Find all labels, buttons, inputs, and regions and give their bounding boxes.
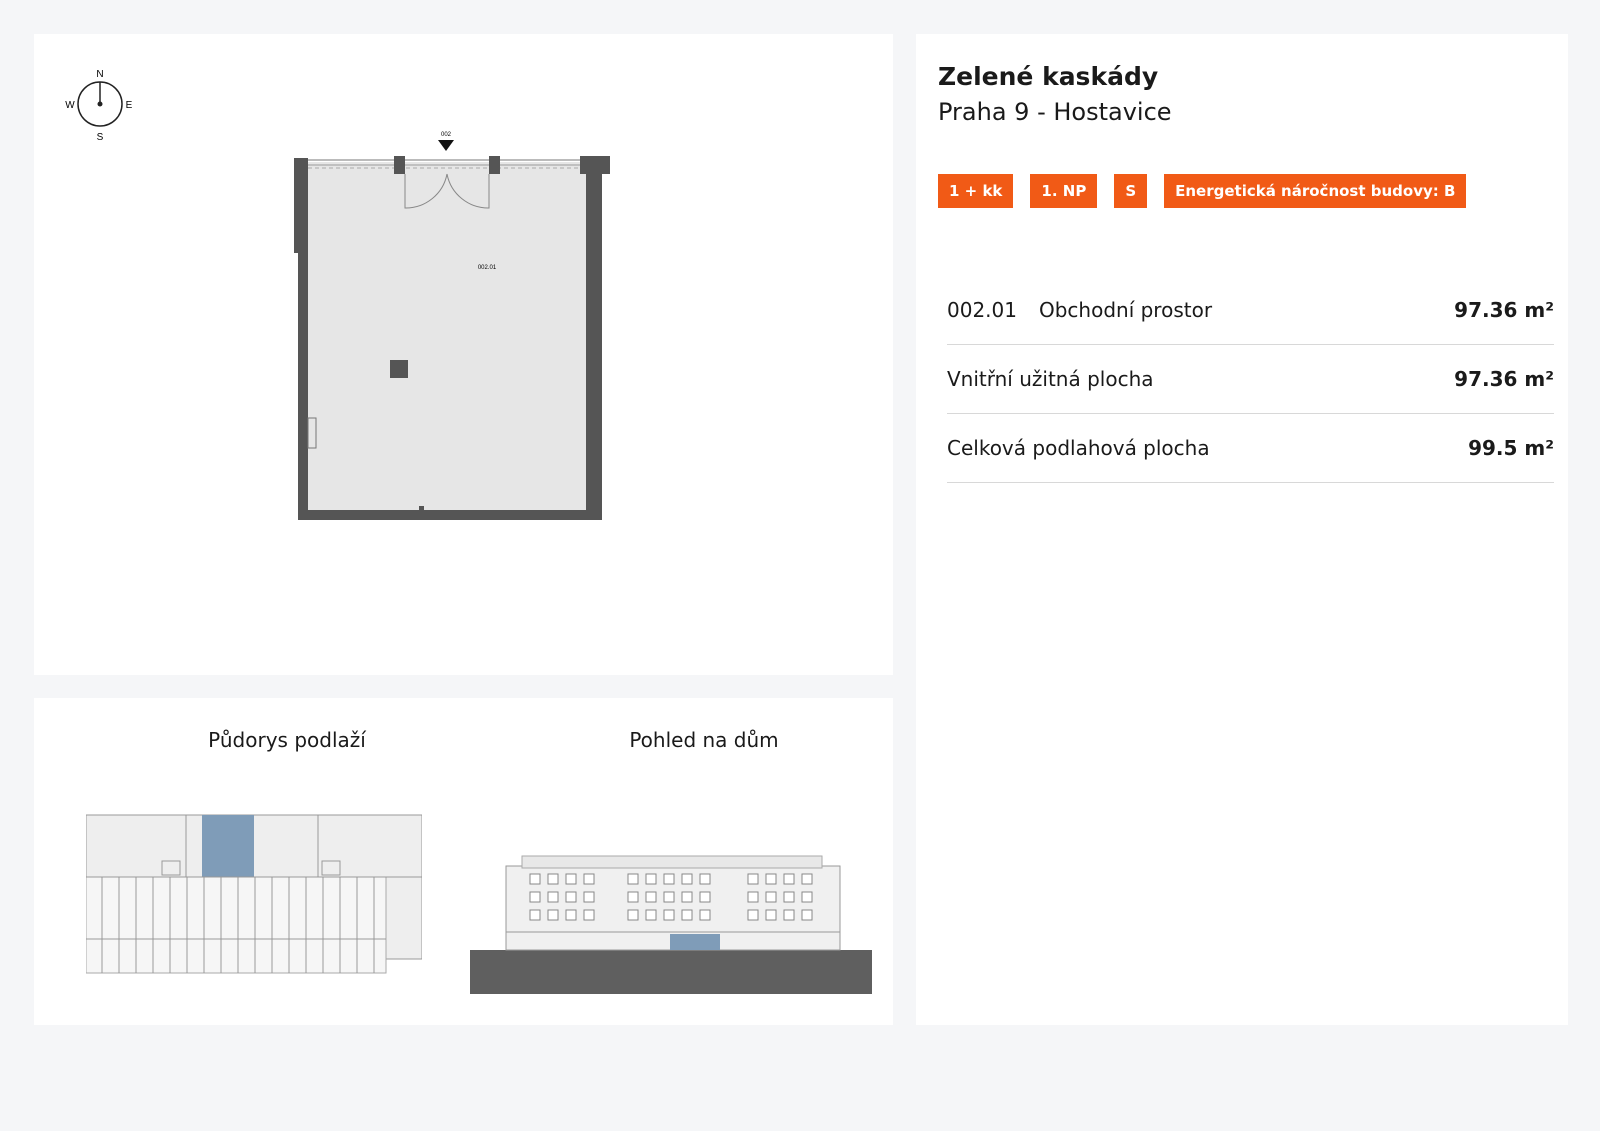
compass-south: S xyxy=(97,132,104,143)
row-value: 97.36 m² xyxy=(1454,367,1554,391)
unit-info-panel: Zelené kaskády Praha 9 - Hostavice 1 + k… xyxy=(916,34,1568,1025)
house-view-thumbnail[interactable] xyxy=(470,848,872,994)
compass-east: E xyxy=(126,100,133,111)
wall-left-inner xyxy=(294,158,300,253)
building-views-panel: Půdorys podlaží Pohled na dům xyxy=(34,698,893,1025)
row-label: Vnitřní užitná plocha xyxy=(947,367,1154,391)
area-table: 002.01 Obchodní prostor 97.36 m² Vnitřní… xyxy=(947,276,1554,483)
wall-bottom xyxy=(298,510,602,520)
energy-badge: Energetická náročnost budovy: B xyxy=(1164,174,1467,208)
compass-icon: N S E W xyxy=(60,64,140,144)
row-label: Celková podlahová plocha xyxy=(947,436,1210,460)
table-row: Vnitřní užitná plocha 97.36 m² xyxy=(947,345,1554,414)
table-row: 002.01 Obchodní prostor 97.36 m² xyxy=(947,276,1554,345)
house-view-title: Pohled na dům xyxy=(629,728,779,752)
row-label: Obchodní prostor xyxy=(1038,298,1213,322)
compass-west: W xyxy=(65,100,75,111)
orientation-badge: S xyxy=(1114,174,1148,208)
highlighted-unit xyxy=(202,815,254,877)
floor-plan-panel: N S E W 002 002.01 xyxy=(34,34,893,675)
row-value: 99.5 m² xyxy=(1468,436,1554,460)
compass-north: N xyxy=(96,69,103,80)
highlighted-unit-facade xyxy=(670,934,720,950)
project-name: Zelené kaskády xyxy=(938,62,1159,91)
floor-plan-thumbnail[interactable] xyxy=(85,811,423,975)
layout-badge: 1 + kk xyxy=(938,174,1014,208)
floor-badge: 1. NP xyxy=(1030,174,1098,208)
row-value: 97.36 m² xyxy=(1454,298,1554,322)
table-row: Celková podlahová plocha 99.5 m² xyxy=(947,414,1554,483)
wall-top-right-corner xyxy=(580,156,610,174)
wall-right xyxy=(586,158,602,518)
column xyxy=(390,360,408,378)
entrance-label: 002 xyxy=(441,132,452,138)
floor-plan-title: Půdorys podlaží xyxy=(208,728,366,752)
unit-floor-plan: 002 002.01 xyxy=(284,130,684,580)
badge-list: 1 + kk 1. NP S Energetická náročnost bud… xyxy=(938,174,1483,208)
room-label: 002.01 xyxy=(478,265,497,271)
unit-code: 002.01 xyxy=(947,298,1017,322)
project-location: Praha 9 - Hostavice xyxy=(938,98,1172,126)
